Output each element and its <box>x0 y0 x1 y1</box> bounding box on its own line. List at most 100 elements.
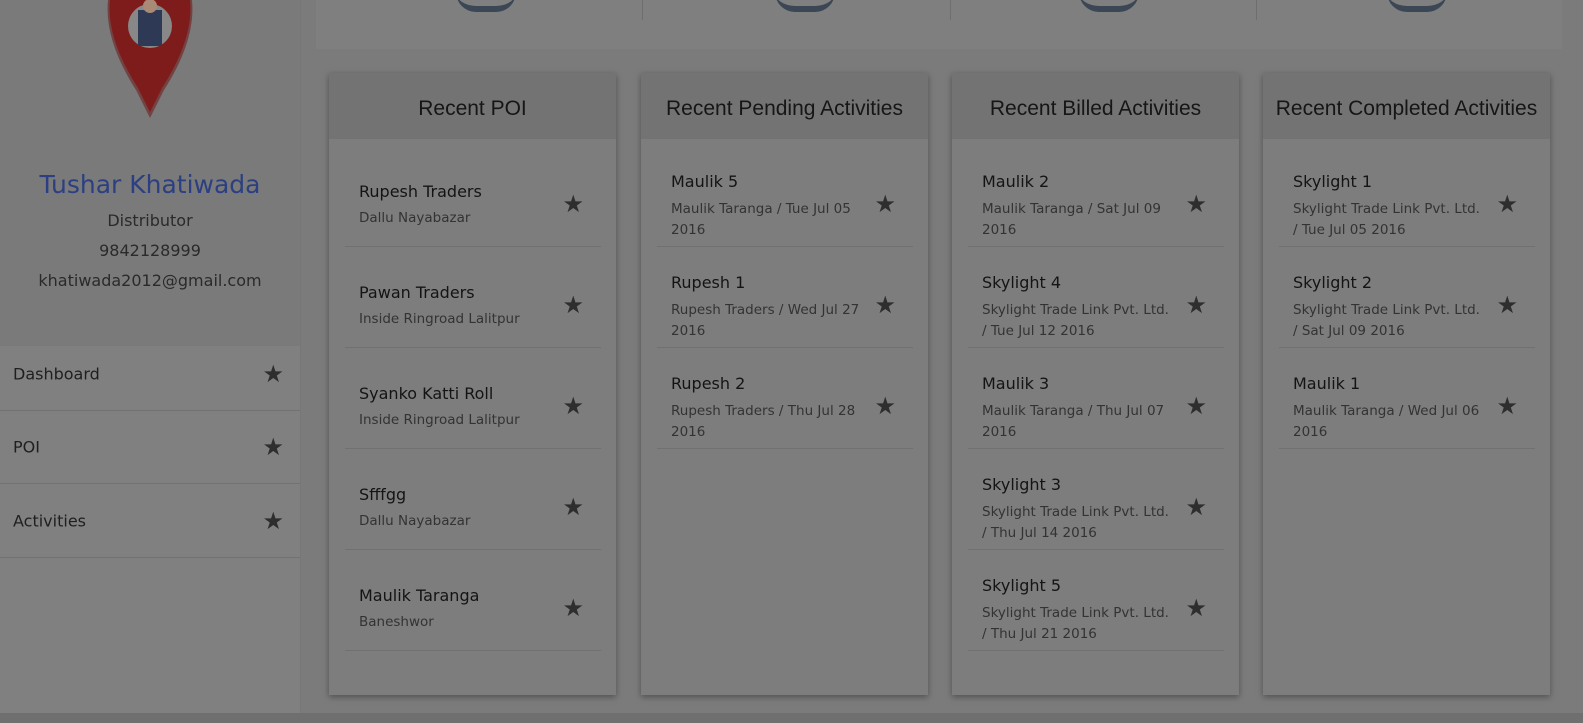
nav-label: POI <box>13 437 40 457</box>
item-subtitle: Skylight Trade Link Pvt. Ltd. / Sat Jul … <box>1293 302 1480 339</box>
item-title: Maulik 3 <box>982 374 1050 393</box>
stat-value-glyph <box>456 0 516 12</box>
star-icon[interactable]: ★ <box>1496 192 1518 216</box>
list-item[interactable]: Pawan Traders Inside Ringroad Lalitpur ★ <box>345 247 601 348</box>
profile-card: Tushar Khatiwada Distributor 9842128999 … <box>0 0 300 346</box>
stat-value-glyph <box>1387 0 1447 12</box>
panel-header: Recent Pending Activities <box>641 73 928 139</box>
star-icon[interactable]: ★ <box>562 394 584 418</box>
item-title: Pawan Traders <box>359 283 475 302</box>
star-icon: ★ <box>262 507 284 535</box>
sidebar: Tushar Khatiwada Distributor 9842128999 … <box>0 0 301 723</box>
list-item[interactable]: Rupesh 2 Rupesh Traders / Thu Jul 28 201… <box>657 348 913 449</box>
item-title: Rupesh 2 <box>671 374 746 393</box>
list-item[interactable]: Skylight 2 Skylight Trade Link Pvt. Ltd.… <box>1279 247 1535 348</box>
nav-label: Activities <box>13 511 86 531</box>
item-subtitle: Inside Ringroad Lalitpur <box>359 311 520 327</box>
star-icon: ★ <box>262 360 284 388</box>
stats-strip <box>316 0 1562 49</box>
stat-value-glyph <box>775 0 835 12</box>
nav-label: Dashboard <box>13 364 100 384</box>
user-email: khatiwada2012@gmail.com <box>38 271 262 290</box>
user-role: Distributor <box>107 211 193 230</box>
star-icon[interactable]: ★ <box>1496 394 1518 418</box>
star-icon[interactable]: ★ <box>1185 596 1207 620</box>
panel-recent-completed-activities: Recent Completed Activities Skylight 1 S… <box>1263 73 1550 695</box>
list-item[interactable]: Maulik 2 Maulik Taranga / Sat Jul 09 201… <box>968 146 1224 247</box>
star-icon[interactable]: ★ <box>1185 293 1207 317</box>
panel-header: Recent Billed Activities <box>952 73 1239 139</box>
star-icon[interactable]: ★ <box>562 495 584 519</box>
panel-title: Recent Pending Activities <box>666 97 903 120</box>
item-title: Skylight 5 <box>982 576 1062 595</box>
star-icon[interactable]: ★ <box>1496 293 1518 317</box>
item-title: Skylight 2 <box>1293 273 1373 292</box>
stat-value-glyph <box>1079 0 1139 12</box>
item-subtitle: Skylight Trade Link Pvt. Ltd. / Tue Jul … <box>982 302 1169 339</box>
star-icon: ★ <box>262 433 284 461</box>
item-title: Maulik 1 <box>1293 374 1361 393</box>
panel-title: Recent POI <box>418 97 527 120</box>
item-title: Maulik 5 <box>671 172 739 191</box>
item-title: Skylight 3 <box>982 475 1062 494</box>
location-pin-avatar-icon <box>107 0 193 118</box>
list-item[interactable]: Skylight 5 Skylight Trade Link Pvt. Ltd.… <box>968 550 1224 651</box>
panel-header: Recent POI <box>329 73 616 139</box>
panel-title: Recent Billed Activities <box>989 97 1202 120</box>
item-subtitle: Skylight Trade Link Pvt. Ltd. / Thu Jul … <box>982 504 1169 541</box>
stat-cell <box>642 0 951 20</box>
panel-header: Recent Completed Activities <box>1263 73 1550 139</box>
star-icon[interactable]: ★ <box>562 293 584 317</box>
item-title: Skylight 4 <box>982 273 1062 292</box>
item-subtitle: Dallu Nayabazar <box>359 513 471 529</box>
list-item[interactable]: Sfffgg Dallu Nayabazar ★ <box>345 449 601 550</box>
item-title: Rupesh 1 <box>671 273 746 292</box>
list-item[interactable]: Skylight 4 Skylight Trade Link Pvt. Ltd.… <box>968 247 1224 348</box>
list-item[interactable]: Maulik 5 Maulik Taranga / Tue Jul 05 201… <box>657 146 913 247</box>
panel-recent-billed-activities: Recent Billed Activities Maulik 2 Maulik… <box>952 73 1239 695</box>
user-phone: 9842128999 <box>99 241 201 260</box>
panel-recent-poi: Recent POI Rupesh Traders Dallu Nayabaza… <box>329 73 616 695</box>
panel-title: Recent Completed Activities <box>1275 97 1538 120</box>
item-subtitle: Rupesh Traders / Thu Jul 28 2016 <box>671 403 856 440</box>
list-item[interactable]: Rupesh 1 Rupesh Traders / Wed Jul 27 201… <box>657 247 913 348</box>
item-subtitle: Maulik Taranga / Wed Jul 06 2016 <box>1293 403 1480 440</box>
panel-recent-pending-activities: Recent Pending Activities Maulik 5 Mauli… <box>641 73 928 695</box>
stat-cell <box>1256 0 1563 20</box>
list-item[interactable]: Rupesh Traders Dallu Nayabazar ★ <box>345 146 601 247</box>
item-subtitle: Dallu Nayabazar <box>359 210 471 226</box>
nav-item-poi[interactable]: POI ★ <box>0 411 300 484</box>
item-subtitle: Rupesh Traders / Wed Jul 27 2016 <box>671 302 860 339</box>
stat-cell <box>950 0 1257 20</box>
item-subtitle: Skylight Trade Link Pvt. Ltd. / Thu Jul … <box>982 605 1169 642</box>
item-subtitle: Baneshwor <box>359 614 434 630</box>
star-icon[interactable]: ★ <box>874 394 896 418</box>
star-icon[interactable]: ★ <box>562 192 584 216</box>
item-title: Maulik Taranga <box>359 586 480 605</box>
list-item[interactable]: Maulik 1 Maulik Taranga / Wed Jul 06 201… <box>1279 348 1535 449</box>
item-title: Sfffgg <box>359 485 407 504</box>
list-item[interactable]: Skylight 3 Skylight Trade Link Pvt. Ltd.… <box>968 449 1224 550</box>
stat-cell <box>316 0 642 20</box>
star-icon[interactable]: ★ <box>874 293 896 317</box>
star-icon[interactable]: ★ <box>1185 394 1207 418</box>
item-title: Syanko Katti Roll <box>359 384 494 403</box>
item-subtitle: Maulik Taranga / Sat Jul 09 2016 <box>982 201 1161 238</box>
list-item[interactable]: Maulik 3 Maulik Taranga / Thu Jul 07 201… <box>968 348 1224 449</box>
nav-item-dashboard[interactable]: Dashboard ★ <box>0 338 300 411</box>
item-subtitle: Inside Ringroad Lalitpur <box>359 412 520 428</box>
nav-item-activities[interactable]: Activities ★ <box>0 485 300 558</box>
item-title: Skylight 1 <box>1293 172 1373 191</box>
star-icon[interactable]: ★ <box>874 192 896 216</box>
item-subtitle: Maulik Taranga / Tue Jul 05 2016 <box>671 201 851 238</box>
list-item[interactable]: Syanko Katti Roll Inside Ringroad Lalitp… <box>345 348 601 449</box>
item-title: Maulik 2 <box>982 172 1050 191</box>
user-name: Tushar Khatiwada <box>39 170 261 199</box>
item-subtitle: Maulik Taranga / Thu Jul 07 2016 <box>982 403 1165 440</box>
star-icon[interactable]: ★ <box>1185 495 1207 519</box>
list-item[interactable]: Skylight 1 Skylight Trade Link Pvt. Ltd.… <box>1279 146 1535 247</box>
star-icon[interactable]: ★ <box>562 596 584 620</box>
list-item[interactable]: Maulik Taranga Baneshwor ★ <box>345 550 601 651</box>
star-icon[interactable]: ★ <box>1185 192 1207 216</box>
footer-strip <box>0 713 1583 723</box>
